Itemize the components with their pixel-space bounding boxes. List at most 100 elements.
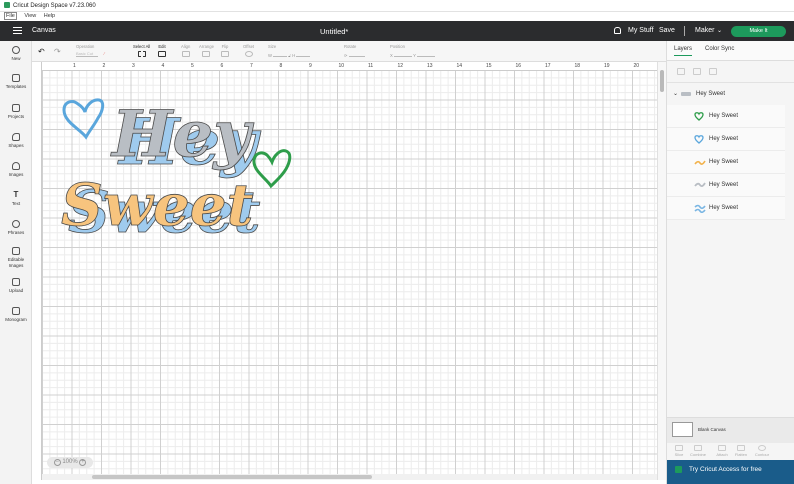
ruler-tick-label: 11	[368, 63, 374, 69]
scroll-thumb[interactable]	[660, 70, 664, 92]
edit-label: Edit	[158, 44, 166, 49]
bottom-tools: Slice Combine Attach Flatten Contour	[667, 444, 794, 460]
projects-icon	[12, 104, 20, 112]
zoom-out-button[interactable]: −	[53, 459, 61, 466]
offset-button[interactable]: Offset	[243, 44, 254, 58]
position-y-input[interactable]	[416, 51, 435, 57]
layer-group[interactable]: ⌄ Hey Sweet	[667, 85, 794, 103]
align-label: Align	[181, 44, 191, 49]
operation-selector[interactable]: Operation Basic Cut ⁄	[76, 44, 105, 57]
sidebar-item-label: New	[11, 56, 21, 61]
make-it-button[interactable]: Make It	[731, 26, 786, 37]
ruler-tick-label: 7	[250, 63, 253, 69]
zoom-level: 100%	[62, 459, 78, 465]
panel-tabs: Layers Color Sync	[667, 41, 794, 61]
layer-row[interactable]: Hey Sweet	[667, 197, 785, 220]
ruler-tick-label: 3	[132, 63, 135, 69]
edit-icon	[158, 51, 166, 57]
rotate-field[interactable]: Rotate ⟳	[344, 44, 365, 58]
select-all-button[interactable]: Select All	[133, 44, 150, 58]
position-fields[interactable]: Position X Y	[390, 44, 435, 58]
tab-color-sync[interactable]: Color Sync	[705, 46, 734, 52]
redo-icon[interactable]: ↷	[54, 47, 61, 56]
ruler-tick-label: 2	[102, 63, 106, 69]
contour-button[interactable]: Contour	[753, 445, 771, 457]
canvas-swatch[interactable]	[672, 422, 693, 437]
attach-button[interactable]: Attach	[713, 445, 731, 457]
combine-button[interactable]: Combine	[689, 445, 707, 457]
edit-button[interactable]: Edit	[158, 44, 166, 58]
menu-file[interactable]: File	[4, 12, 17, 20]
bell-icon[interactable]	[614, 27, 621, 34]
sidebar-item-upload[interactable]: Upload	[0, 278, 32, 293]
sidebar-item-templates[interactable]: Templates	[0, 74, 32, 89]
machine-selector[interactable]: Maker	[695, 27, 714, 34]
layer-row[interactable]: Hey Sweet	[667, 128, 785, 151]
layer-name: Hey Sweet	[709, 136, 739, 142]
sidebar-item-new[interactable]: New	[0, 46, 32, 61]
flatten-icon	[737, 445, 745, 451]
arrange-button[interactable]: Arrange	[199, 44, 214, 58]
sidebar-item-shapes[interactable]: Shapes	[0, 133, 32, 148]
vertical-scrollbar[interactable]	[657, 62, 666, 480]
operation-value: Basic Cut	[76, 51, 98, 57]
save-button[interactable]: Save	[659, 27, 675, 34]
sidebar-item-editable-images[interactable]: Editable Images	[0, 247, 32, 269]
sidebar-item-monogram[interactable]: Monogram	[0, 307, 32, 322]
hey-text-gray-layer: Hey	[110, 97, 254, 172]
menu-view[interactable]: View	[24, 13, 36, 19]
sidebar-item-phrases[interactable]: Phrases	[0, 220, 32, 235]
ruler-tick-label: 9	[309, 63, 312, 69]
delete-icon[interactable]	[709, 68, 717, 75]
sidebar-item-images[interactable]: Images	[0, 162, 32, 177]
chevron-down-icon[interactable]: ⌄	[717, 27, 722, 34]
layer-row[interactable]: Hey Sweet	[667, 174, 785, 197]
group-icon[interactable]	[677, 68, 685, 75]
scroll-thumb[interactable]	[92, 475, 372, 479]
layer-row[interactable]: Hey Sweet	[667, 105, 785, 128]
tab-layers[interactable]: Layers	[674, 46, 693, 56]
flatten-button[interactable]: Flatten	[732, 445, 750, 457]
align-button[interactable]: Align	[181, 44, 190, 58]
menu-help[interactable]: Help	[44, 13, 55, 19]
ruler-tick-label: 6	[220, 63, 224, 69]
section-title: Canvas	[32, 27, 56, 34]
cricut-access-banner[interactable]: Try Cricut Access for free	[667, 460, 794, 484]
size-width-label: W	[268, 53, 272, 58]
editable-images-icon	[12, 247, 20, 255]
horizontal-scrollbar[interactable]	[42, 474, 657, 480]
attach-label: Attach	[716, 452, 728, 457]
blank-canvas-row[interactable]: Blank Canvas	[667, 417, 794, 443]
slice-button[interactable]: Slice	[670, 445, 688, 457]
size-height-input[interactable]	[296, 51, 311, 57]
flip-button[interactable]: Flip	[221, 44, 229, 58]
blue-heart-icon	[694, 135, 704, 144]
sidebar-item-label: Phrases	[7, 230, 25, 235]
lock-icon[interactable]: 🔓︎	[288, 53, 291, 58]
sidebar-item-label: Images	[8, 172, 24, 177]
hey-sweet-design[interactable]: Hey Hey Sweet Sweet	[50, 82, 300, 242]
my-stuff-link[interactable]: My Stuff	[628, 27, 654, 34]
select-all-label: Select All	[133, 44, 151, 49]
blade-icon: ⁄	[104, 51, 105, 56]
rotate-input[interactable]	[348, 51, 365, 57]
sidebar-item-projects[interactable]: Projects	[0, 104, 32, 119]
zoom-in-button[interactable]: +	[79, 459, 87, 466]
ruler-tick-label: 17	[545, 63, 551, 69]
chevron-down-icon[interactable]: ⌄	[673, 85, 678, 103]
contour-icon	[758, 445, 766, 451]
size-fields[interactable]: Size W 🔓︎ H	[268, 44, 311, 58]
group-name: Hey Sweet	[696, 91, 726, 97]
ruler-tick-label: 1	[73, 63, 76, 69]
document-title: Untitled*	[320, 27, 349, 36]
position-x-input[interactable]	[393, 51, 412, 57]
hamburger-menu-icon[interactable]	[13, 27, 22, 34]
undo-icon[interactable]: ↶	[38, 47, 45, 56]
flip-icon	[221, 51, 229, 57]
sidebar-item-text[interactable]: T Text	[0, 191, 32, 207]
duplicate-icon[interactable]	[693, 68, 701, 75]
layer-row[interactable]: Hey Sweet	[667, 151, 785, 174]
horizontal-ruler: 1 2 3 4 5 6 7 8 9 10 11 12 13 14 15 16 17 18 19 20	[42, 62, 657, 71]
sweet-text-yellow-layer: Sweet	[61, 171, 254, 239]
size-width-input[interactable]	[273, 51, 288, 57]
